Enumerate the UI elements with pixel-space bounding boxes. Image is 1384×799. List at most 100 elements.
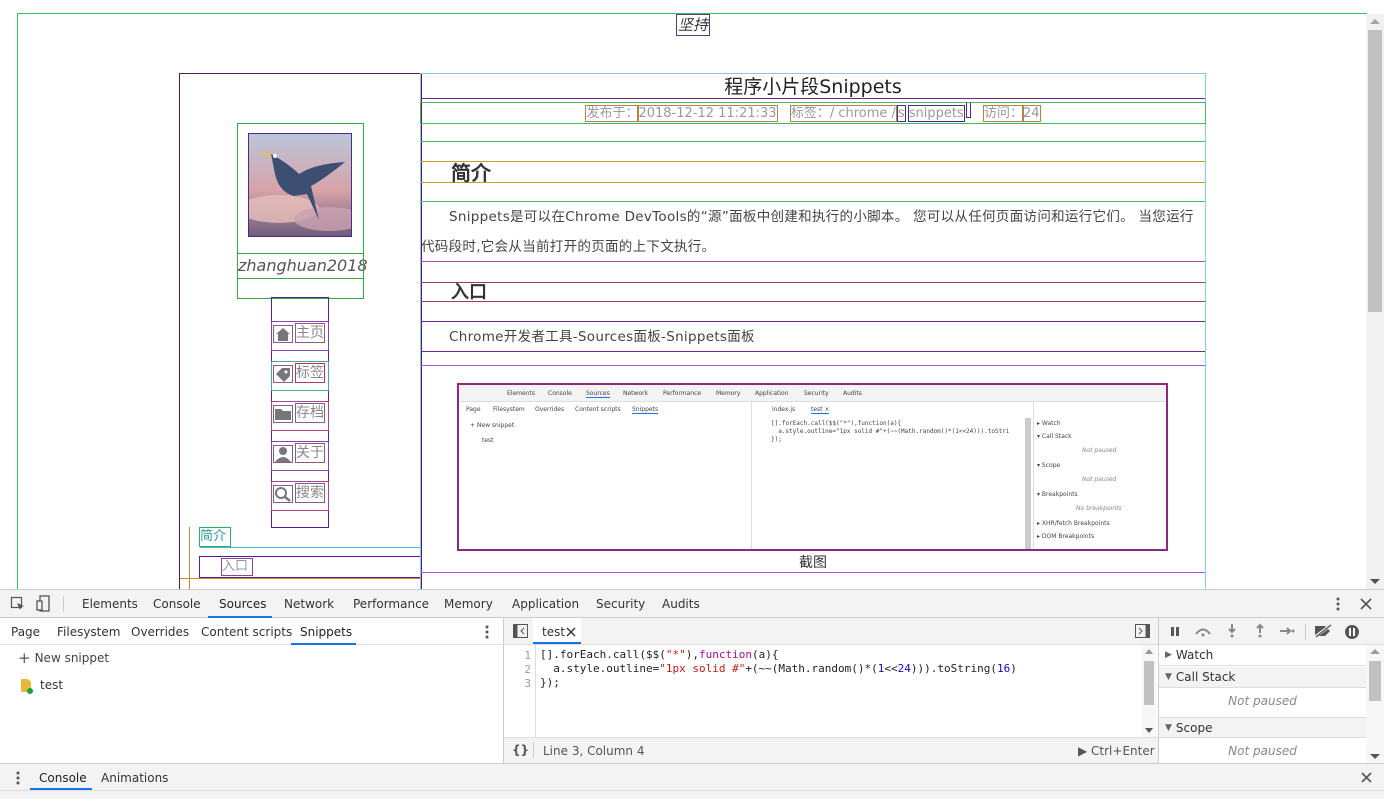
scroll-down-arrow[interactable]: [1145, 728, 1153, 733]
page-scrollbar[interactable]: [1366, 14, 1384, 589]
drawer-toolbar: [0, 763, 1384, 790]
tab-application[interactable]: Application: [512, 597, 579, 611]
snippet-item-test[interactable]: test: [20, 676, 63, 694]
tab-filesystem[interactable]: Filesystem: [57, 625, 120, 639]
scope-section[interactable]: ▼ Scope: [1159, 717, 1366, 738]
article-screenshot[interactable]: Elements Console Sources Network Perform…: [457, 383, 1168, 551]
scroll-up-arrow[interactable]: [1370, 19, 1380, 24]
code-line: a.style.outline="1px solid #"+(~~(Math.r…: [540, 662, 1017, 675]
screenshot-subtab: Content scripts: [575, 406, 621, 413]
editor-scrollbar[interactable]: [1142, 645, 1156, 737]
tab-sources[interactable]: Sources: [219, 597, 266, 611]
tab-console[interactable]: Console: [153, 597, 201, 611]
section-heading-intro: 简介: [421, 161, 1205, 184]
screenshot-tab: Sources: [586, 390, 610, 398]
call-stack-section[interactable]: ▼ Call Stack: [1159, 667, 1366, 688]
pause-on-exceptions-icon[interactable]: [1344, 624, 1360, 640]
tab-overrides[interactable]: Overrides: [131, 625, 189, 639]
toggle-debugger-icon[interactable]: [1135, 624, 1150, 638]
run-snippet-button[interactable]: ▶ Ctrl+Enter: [1078, 744, 1155, 758]
user-icon: [273, 445, 293, 463]
close-icon[interactable]: [1360, 598, 1372, 610]
tab-snippets[interactable]: Snippets: [300, 625, 352, 639]
tab-performance[interactable]: Performance: [353, 597, 429, 611]
scroll-down-arrow[interactable]: [1370, 754, 1380, 759]
motto: 坚持: [676, 14, 710, 36]
screenshot-tab: Network: [623, 390, 649, 397]
published-label: 发布于：: [585, 105, 640, 122]
new-snippet-button[interactable]: + New snippet: [18, 650, 109, 666]
code-editor[interactable]: [].forEach.call($$("*"),function(a){ a.s…: [540, 648, 1140, 736]
tags-label: 标签：/ chrome /: [789, 105, 897, 122]
section-heading-entry: 入口: [421, 282, 1205, 303]
sidebar-item-about[interactable]: 关于: [271, 441, 329, 471]
scroll-up-arrow[interactable]: [1370, 649, 1380, 654]
scroll-thumb[interactable]: [1369, 661, 1381, 701]
screenshot-tab: Memory: [716, 390, 741, 397]
screenshot-tab: Application: [755, 390, 789, 397]
step-out-icon[interactable]: [1255, 623, 1265, 639]
devtools-panel: Elements Console Sources Network Perform…: [0, 589, 1384, 799]
tab-content-scripts[interactable]: Content scripts: [201, 625, 292, 639]
sidebar-item-home[interactable]: 主页: [271, 321, 329, 351]
debugger-scrollbar[interactable]: [1366, 645, 1384, 763]
scroll-thumb[interactable]: [1144, 661, 1154, 705]
pretty-print-button[interactable]: {}: [512, 743, 529, 757]
tab-memory[interactable]: Memory: [444, 597, 493, 611]
section-text-intro: Snippets是可以在Chrome DevTools的“源”面板中创建和执行的…: [421, 202, 1205, 262]
cursor-position: Line 3, Column 4: [543, 744, 645, 758]
scroll-thumb[interactable]: [1368, 30, 1382, 312]
code-line: [].forEach.call($$("*"),function(a){: [540, 648, 779, 661]
toggle-navigator-icon[interactable]: [513, 624, 528, 638]
tab-network[interactable]: Network: [284, 597, 334, 611]
screenshot-scrollbar: [1025, 418, 1031, 549]
screenshot-pane: No breakpoints: [1076, 505, 1122, 512]
sidebar-item-search[interactable]: 搜索: [271, 481, 329, 511]
screenshot-pane: ▸ XHR/fetch Breakpoints: [1037, 520, 1110, 527]
scroll-down-arrow[interactable]: [1370, 579, 1380, 584]
pause-icon[interactable]: [1169, 625, 1181, 637]
close-drawer-icon[interactable]: [1361, 772, 1372, 783]
toc-item-entry[interactable]: 入口: [221, 558, 253, 576]
tab-security[interactable]: Security: [596, 597, 645, 611]
drawer-tab-animations[interactable]: Animations: [101, 771, 168, 785]
scroll-up-arrow[interactable]: [1145, 649, 1153, 654]
drawer-menu-icon[interactable]: [16, 771, 20, 785]
close-tab-icon[interactable]: [566, 626, 576, 637]
toc-divider: [180, 578, 421, 579]
device-toolbar-icon[interactable]: [36, 595, 52, 613]
article-meta: 发布于：2018-12-12 11:21:33 标签：/ chrome / s sn…: [420, 102, 1206, 124]
screenshot-tab: Performance: [663, 390, 702, 397]
watch-section[interactable]: ▶ Watch: [1159, 645, 1366, 666]
screenshot-code-line: [].forEach.call($$("*"),function(a){: [771, 420, 902, 427]
tag-link-snippets[interactable]: snippets: [907, 105, 965, 122]
tag-link-s[interactable]: s: [896, 105, 906, 122]
screenshot-pane: Not paused: [1082, 447, 1117, 454]
screenshot-pane: ▸ Watch: [1037, 420, 1061, 427]
home-icon: [273, 325, 293, 343]
line-number: 3: [524, 677, 531, 690]
article-title: 程序小片段Snippets: [421, 75, 1205, 99]
plus-icon: +: [18, 649, 31, 667]
folder-icon: [273, 405, 293, 423]
step-over-icon[interactable]: [1194, 625, 1212, 637]
sidebar-item-label: 关于: [295, 443, 325, 463]
deactivate-breakpoints-icon[interactable]: [1313, 623, 1333, 639]
toc-item-intro[interactable]: 简介: [199, 527, 231, 547]
drawer-tab-console[interactable]: Console: [39, 771, 87, 785]
author-name[interactable]: zhanghuan2018: [237, 253, 368, 279]
sidebar-item-tags[interactable]: 标签: [271, 361, 329, 391]
screenshot-caption: 截图: [421, 553, 1205, 573]
navigator-menu-icon[interactable]: [485, 625, 489, 639]
tab-audits[interactable]: Audits: [662, 597, 700, 611]
sidebar-item-archive[interactable]: 存档: [271, 401, 329, 431]
more-options-icon[interactable]: [1336, 597, 1340, 611]
inspect-element-icon[interactable]: [10, 596, 26, 612]
screenshot-file-tab: test ×: [811, 406, 830, 414]
tab-page[interactable]: Page: [11, 625, 40, 639]
search-icon: [273, 485, 293, 503]
tab-elements[interactable]: Elements: [82, 597, 138, 611]
avatar[interactable]: [248, 133, 352, 237]
step-into-icon[interactable]: [1227, 623, 1237, 639]
step-icon[interactable]: [1279, 625, 1295, 637]
